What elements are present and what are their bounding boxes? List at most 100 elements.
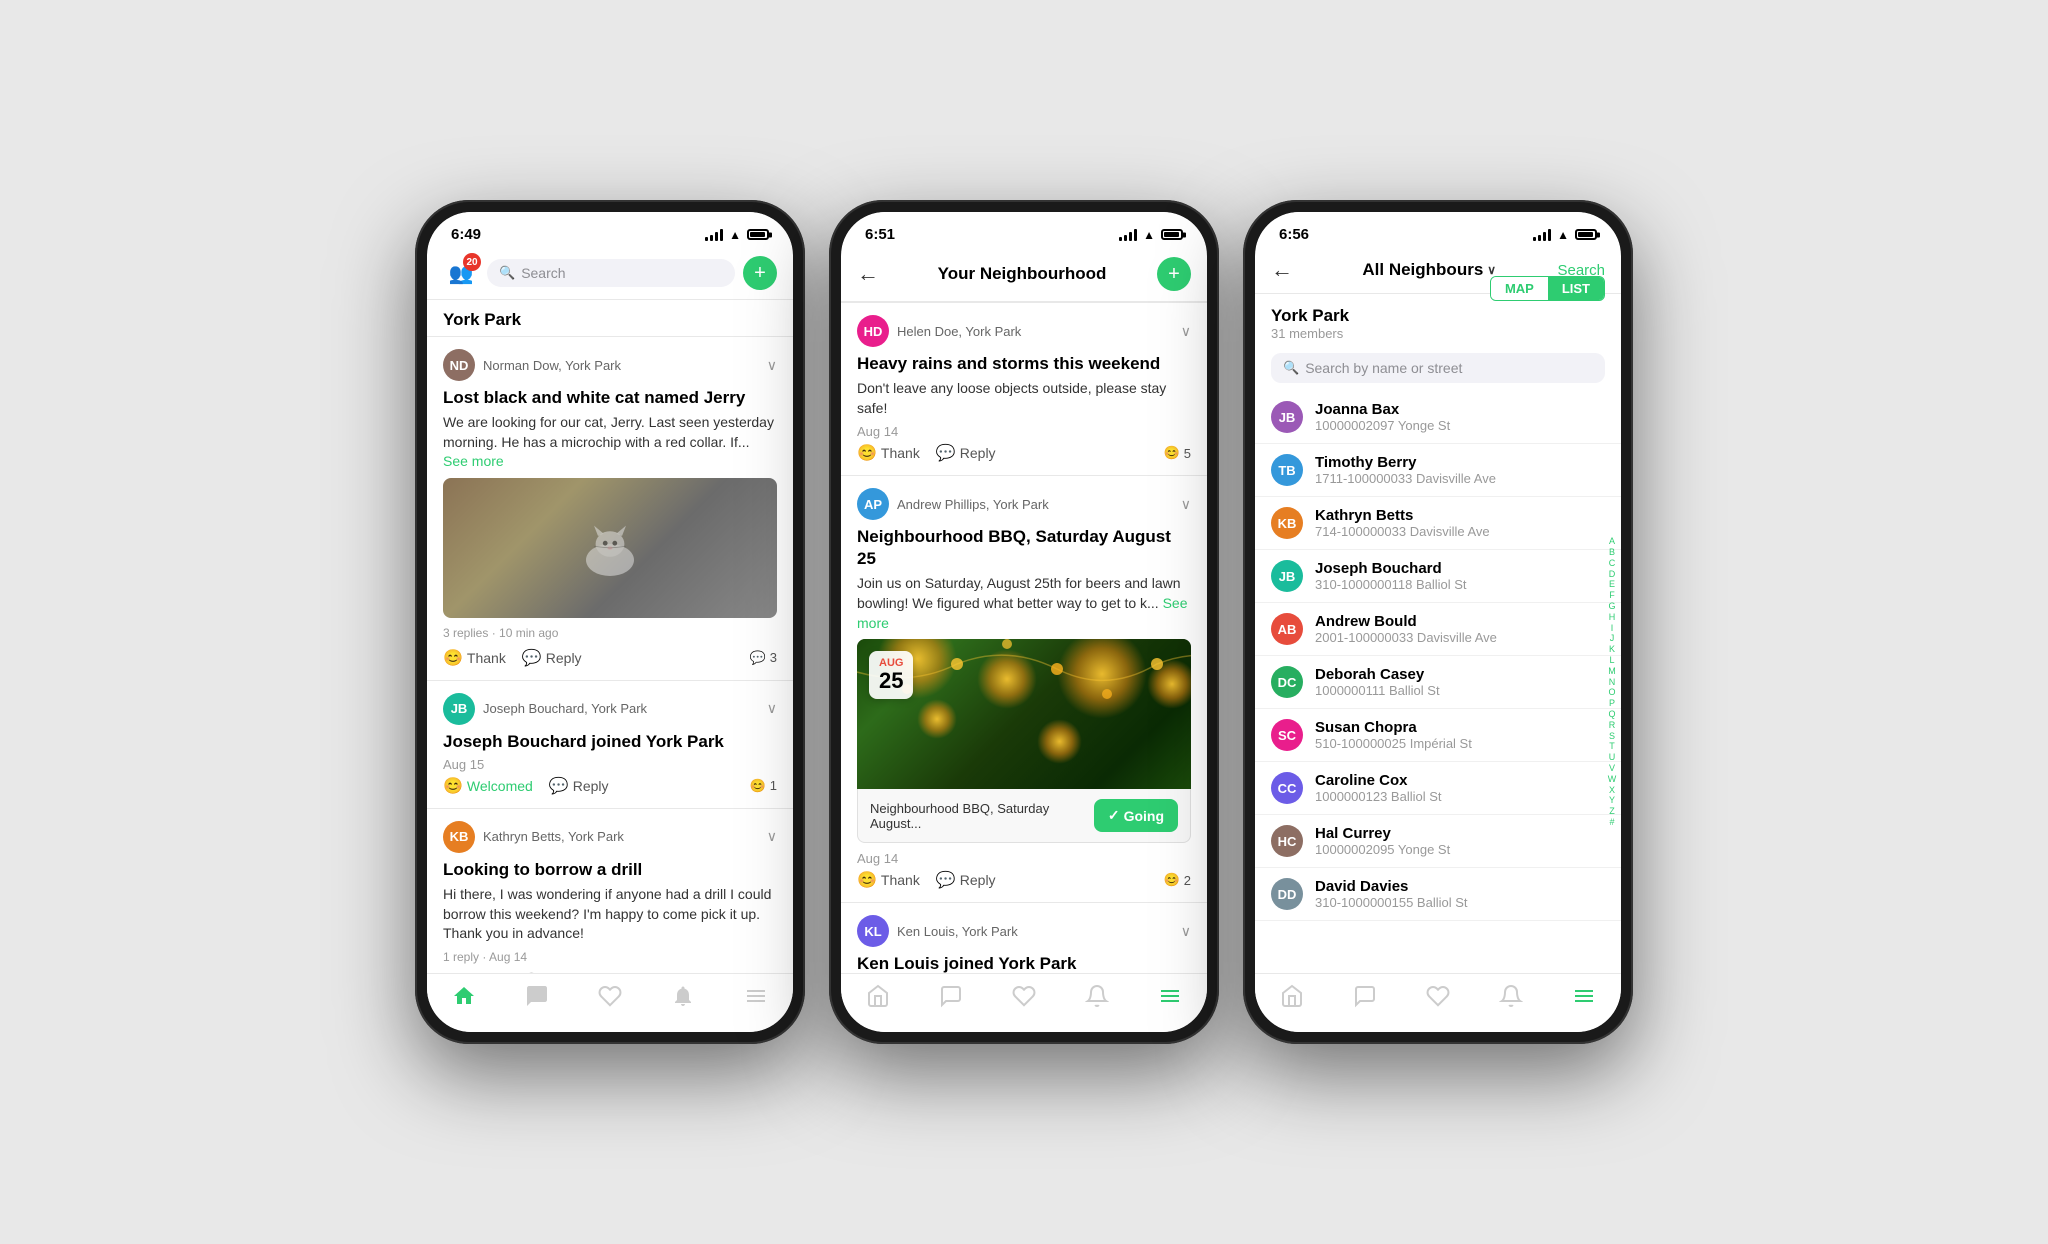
alpha-L[interactable]: L — [1605, 655, 1619, 666]
neighbour-row-3[interactable]: JB Joseph Bouchard 310-1000000118 Ballio… — [1255, 550, 1621, 603]
alpha-V[interactable]: V — [1605, 763, 1619, 774]
post-author-row-2: JB Joseph Bouchard, York Park — [443, 693, 647, 725]
dropdown-chevron: ∨ — [1487, 263, 1496, 277]
alpha-Q[interactable]: Q — [1605, 709, 1619, 720]
thank-button-2-2[interactable]: 😊 Thank — [857, 870, 920, 890]
neighbour-row-2[interactable]: KB Kathryn Betts 714-100000033 Davisvill… — [1255, 497, 1621, 550]
status-icons-1: ▲ — [705, 228, 769, 242]
neighbour-row-6[interactable]: SC Susan Chopra 510-100000025 Impérial S… — [1255, 709, 1621, 762]
reply-button-1[interactable]: 💬 Reply — [522, 648, 582, 668]
nav-home-2[interactable] — [866, 984, 890, 1008]
alpha-T[interactable]: T — [1605, 741, 1619, 752]
alpha-G[interactable]: G — [1605, 601, 1619, 612]
add-post-button-2[interactable]: + — [1157, 257, 1191, 291]
neighbour-row-5[interactable]: DC Deborah Casey 1000000111 Balliol St — [1255, 656, 1621, 709]
neighbour-row-8[interactable]: HC Hal Currey 10000002095 Yonge St — [1255, 815, 1621, 868]
section-title-1: York Park — [427, 300, 793, 336]
nav-heart-2[interactable] — [1012, 984, 1036, 1008]
nav-home-1[interactable] — [452, 984, 476, 1008]
post-header-1: ND Norman Dow, York Park ∨ — [443, 349, 777, 381]
nav-menu-1[interactable] — [744, 984, 768, 1008]
search-bar-1[interactable]: 🔍 Search — [487, 259, 735, 287]
welcomed-button[interactable]: 😊 Welcomed — [443, 776, 533, 796]
alpha-M[interactable]: M — [1605, 666, 1619, 677]
nav-chat-1[interactable] — [525, 984, 549, 1008]
reply-button-2[interactable]: 💬 Reply — [549, 776, 609, 796]
nav-bell-2[interactable] — [1085, 984, 1109, 1008]
see-more-1[interactable]: See more — [443, 453, 504, 469]
neighbour-row-1[interactable]: TB Timothy Berry 1711-100000033 Davisvil… — [1255, 444, 1621, 497]
cat-svg — [570, 508, 650, 588]
neighbour-row-4[interactable]: AB Andrew Bould 2001-100000033 Davisvill… — [1255, 603, 1621, 656]
map-toggle-btn[interactable]: MAP — [1491, 277, 1548, 300]
neighbours-list[interactable]: JB Joanna Bax 10000002097 Yonge St TB Ti… — [1255, 391, 1621, 973]
neighbour-name-5: Deborah Casey — [1315, 666, 1605, 683]
neighbour-avatar-8: HC — [1271, 825, 1303, 857]
nav-home-3[interactable] — [1280, 984, 1304, 1008]
nav-header-2: ← Your Neighbourhood + — [841, 247, 1207, 302]
alpha-R[interactable]: R — [1605, 720, 1619, 731]
nav-bell-3[interactable] — [1499, 984, 1523, 1008]
chevron-down-2-3[interactable]: ∨ — [1181, 923, 1191, 940]
neighbour-row-7[interactable]: CC Caroline Cox 1000000123 Balliol St — [1255, 762, 1621, 815]
post-author-name-2: Joseph Bouchard, York Park — [483, 701, 647, 716]
post-header-2-3: KL Ken Louis, York Park ∨ — [857, 915, 1191, 947]
alpha-Z[interactable]: Z — [1605, 806, 1619, 817]
nav-chat-3[interactable] — [1353, 984, 1377, 1008]
thank-button-2-1[interactable]: 😊 Thank — [857, 443, 920, 463]
post-title-2-1: Heavy rains and storms this weekend — [857, 353, 1191, 375]
alpha-X[interactable]: X — [1605, 785, 1619, 796]
add-post-button[interactable]: + — [743, 256, 777, 290]
alpha-S[interactable]: S — [1605, 731, 1619, 742]
neighbour-name-2: Kathryn Betts — [1315, 507, 1605, 524]
alpha-hash[interactable]: # — [1605, 817, 1619, 828]
feed-scroll-1[interactable]: ND Norman Dow, York Park ∨ Lost black an… — [427, 336, 793, 973]
alpha-J[interactable]: J — [1605, 633, 1619, 644]
alpha-B[interactable]: B — [1605, 547, 1619, 558]
nav-heart-1[interactable] — [598, 984, 622, 1008]
back-button-3[interactable]: ← — [1271, 257, 1293, 283]
feed-scroll-2[interactable]: HD Helen Doe, York Park ∨ Heavy rains an… — [841, 302, 1207, 973]
chevron-down-3[interactable]: ∨ — [767, 828, 777, 845]
nav-bell-1[interactable] — [671, 984, 695, 1008]
alpha-W[interactable]: W — [1605, 774, 1619, 785]
alpha-C[interactable]: C — [1605, 558, 1619, 569]
back-button-2[interactable]: ← — [857, 261, 879, 287]
neighbour-name-4: Andrew Bould — [1315, 613, 1605, 630]
chevron-down-2-1[interactable]: ∨ — [1181, 323, 1191, 340]
add-friends-button[interactable]: 👥 20 — [443, 255, 479, 291]
post-card-3: KB Kathryn Betts, York Park ∨ Looking to… — [427, 808, 793, 973]
nav-menu-2[interactable] — [1158, 984, 1182, 1008]
alpha-F[interactable]: F — [1605, 590, 1619, 601]
alpha-K[interactable]: K — [1605, 644, 1619, 655]
neighbour-info-1: Timothy Berry 1711-100000033 Davisville … — [1315, 454, 1605, 486]
alpha-H[interactable]: H — [1605, 612, 1619, 623]
chevron-down-1[interactable]: ∨ — [767, 357, 777, 374]
chevron-down-2[interactable]: ∨ — [767, 700, 777, 717]
thank-button-1[interactable]: 😊 Thank — [443, 648, 506, 668]
alpha-I[interactable]: I — [1605, 623, 1619, 634]
alpha-E[interactable]: E — [1605, 579, 1619, 590]
alpha-D[interactable]: D — [1605, 569, 1619, 580]
post-actions-2: 😊 Welcomed 💬 Reply 😊 1 — [443, 776, 777, 796]
chevron-down-2-2[interactable]: ∨ — [1181, 496, 1191, 513]
alpha-A[interactable]: A — [1605, 536, 1619, 547]
neighbour-search-bar[interactable]: 🔍 Search by name or street — [1271, 353, 1605, 383]
neighbour-row-0[interactable]: JB Joanna Bax 10000002097 Yonge St — [1255, 391, 1621, 444]
alpha-U[interactable]: U — [1605, 752, 1619, 763]
list-toggle-btn[interactable]: LIST — [1548, 277, 1604, 300]
nav-menu-3[interactable] — [1572, 984, 1596, 1008]
bbq-image: Aug 25 — [857, 639, 1191, 789]
neighbour-avatar-9: DD — [1271, 878, 1303, 910]
going-button[interactable]: ✓ Going — [1094, 799, 1178, 832]
status-icons-3: ▲ — [1533, 228, 1597, 242]
nav-chat-2[interactable] — [939, 984, 963, 1008]
alpha-P[interactable]: P — [1605, 698, 1619, 709]
nav-heart-3[interactable] — [1426, 984, 1450, 1008]
alpha-Y[interactable]: Y — [1605, 795, 1619, 806]
reply-button-2-2[interactable]: 💬 Reply — [936, 870, 996, 890]
alpha-N[interactable]: N — [1605, 677, 1619, 688]
neighbour-row-9[interactable]: DD David Davies 310-1000000155 Balliol S… — [1255, 868, 1621, 921]
alpha-O[interactable]: O — [1605, 687, 1619, 698]
reply-button-2-1[interactable]: 💬 Reply — [936, 443, 996, 463]
